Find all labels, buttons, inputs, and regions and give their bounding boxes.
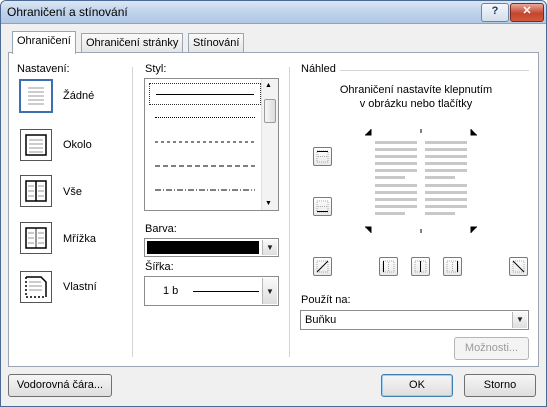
preview-hint-line2: v obrázku nebo tlačítky bbox=[359, 98, 473, 110]
style-option-solid[interactable] bbox=[149, 83, 261, 105]
window-title: Ohraničení a stínování bbox=[7, 5, 128, 19]
tab-shading[interactable]: Stínování bbox=[188, 33, 245, 53]
color-heading: Barva: bbox=[145, 223, 177, 235]
tab-page-borders[interactable]: Ohraničení stránky bbox=[81, 33, 184, 53]
tab-borders[interactable]: Ohraničení bbox=[12, 31, 76, 54]
border-grid-icon[interactable] bbox=[20, 222, 52, 254]
style-heading: Styl: bbox=[145, 63, 167, 75]
cancel-button[interactable]: Storno bbox=[464, 374, 536, 397]
apply-select[interactable]: Buňku ▼ bbox=[300, 310, 529, 330]
scroll-down-icon[interactable]: ▼ bbox=[265, 200, 272, 207]
color-select[interactable]: ▼ bbox=[144, 238, 279, 257]
help-button[interactable]: ? bbox=[481, 3, 509, 22]
scroll-thumb[interactable] bbox=[264, 99, 276, 123]
close-button[interactable]: ✕ bbox=[510, 3, 544, 22]
chevron-down-icon[interactable]: ▼ bbox=[512, 312, 527, 328]
settings-heading: Nastavení: bbox=[17, 63, 70, 75]
style-option-dash-dot[interactable] bbox=[149, 179, 261, 201]
style-option-dashed-long[interactable] bbox=[149, 155, 261, 177]
setting-all-label[interactable]: Vše bbox=[63, 186, 82, 198]
ok-button[interactable]: OK bbox=[381, 374, 453, 397]
width-select[interactable]: 1 b ▼ bbox=[144, 276, 279, 306]
preview-hint-line1: Ohraničení nastavíte klepnutím bbox=[339, 84, 493, 96]
style-listbox[interactable]: ▲ ▼ bbox=[144, 78, 279, 211]
apply-value: Buňku bbox=[305, 314, 337, 326]
preview-canvas[interactable] bbox=[365, 129, 477, 233]
border-top-button[interactable] bbox=[313, 147, 332, 166]
style-scrollbar[interactable]: ▲ ▼ bbox=[261, 79, 278, 210]
scroll-up-icon[interactable]: ▲ bbox=[265, 82, 272, 89]
preview-heading-line bbox=[340, 70, 529, 71]
style-option-dashed[interactable] bbox=[149, 131, 261, 153]
border-none-icon[interactable] bbox=[19, 79, 53, 113]
width-sample-line bbox=[193, 291, 259, 292]
chevron-down-icon[interactable]: ▼ bbox=[262, 278, 277, 304]
divider-right bbox=[289, 67, 290, 357]
title-bar: Ohraničení a stínování ? ✕ bbox=[1, 1, 546, 24]
preview-heading: Náhled bbox=[301, 63, 336, 75]
color-swatch bbox=[147, 241, 259, 254]
border-left-button[interactable] bbox=[379, 257, 398, 276]
border-custom-icon[interactable] bbox=[20, 271, 52, 303]
chevron-down-icon[interactable]: ▼ bbox=[262, 240, 277, 255]
apply-heading: Použít na: bbox=[301, 294, 351, 306]
setting-box-label[interactable]: Okolo bbox=[63, 139, 92, 151]
diagonal-up-button[interactable] bbox=[313, 257, 332, 276]
border-all-icon[interactable] bbox=[20, 175, 52, 207]
dialog-window: Ohraničení a stínování ? ✕ Ohraničení Oh… bbox=[0, 0, 547, 407]
border-right-button[interactable] bbox=[443, 257, 462, 276]
setting-custom-label[interactable]: Vlastní bbox=[63, 281, 97, 293]
border-box-icon[interactable] bbox=[20, 129, 52, 161]
setting-none-label[interactable]: Žádné bbox=[63, 90, 94, 102]
options-button[interactable]: Možnosti... bbox=[454, 337, 529, 360]
border-bottom-button[interactable] bbox=[313, 197, 332, 216]
preview-hint: Ohraničení nastavíte klepnutím v obrázku… bbox=[301, 83, 531, 111]
horizontal-line-button[interactable]: Vodorovná čára... bbox=[8, 374, 112, 397]
width-value: 1 b bbox=[163, 285, 179, 297]
border-inside-vertical-button[interactable] bbox=[411, 257, 430, 276]
setting-grid-label[interactable]: Mřížka bbox=[63, 233, 96, 245]
width-heading: Šířka: bbox=[145, 261, 174, 273]
style-option-dotted[interactable] bbox=[149, 107, 261, 129]
diagonal-down-button[interactable] bbox=[509, 257, 528, 276]
divider-left bbox=[132, 67, 133, 357]
